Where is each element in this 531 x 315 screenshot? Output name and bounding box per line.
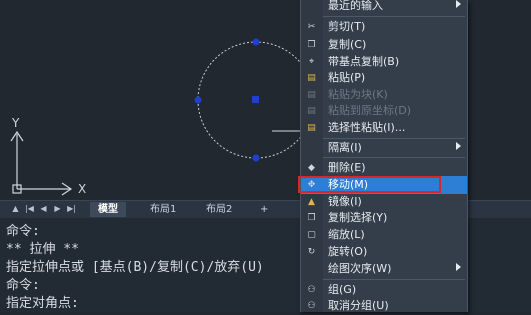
paste-special-icon: ▤ [307, 123, 316, 133]
menu-item-draw-order[interactable]: 绘图次序(W) [301, 260, 467, 278]
menu-item-recent-input[interactable]: 最近的输入 [301, 0, 467, 15]
menu-item-cut[interactable]: ✂ 剪切(T) [301, 18, 467, 36]
grip-bottom[interactable] [252, 154, 260, 162]
menu-item-label: 组(G) [328, 283, 357, 296]
menu-item-rotate[interactable]: ↻ 旋转(O) [301, 243, 467, 261]
menu-item-paste[interactable]: ▤ 粘贴(P) [301, 69, 467, 87]
copy-basepoint-icon: ⌖ [308, 57, 315, 67]
tab-nav-first-icon[interactable]: |◀ [24, 203, 35, 215]
tab-layout1[interactable]: 布局1 [142, 202, 184, 217]
menu-item-label: 绘图次序(W) [328, 262, 392, 275]
group-icon: ⚇ [307, 285, 316, 295]
ucs-x-label: X [78, 182, 86, 196]
menu-separator [323, 279, 465, 280]
mirror-icon: ▲ [308, 197, 315, 207]
copy-selection-icon: ❐ [307, 213, 316, 223]
menu-item-isolate[interactable]: 隔离(I) [301, 139, 467, 157]
menu-item-label: 最近的输入 [328, 0, 383, 12]
command-line-entry: 命令: [6, 224, 40, 239]
menu-item-label: 粘贴为块(K) [328, 88, 388, 101]
tab-nav-next-icon[interactable]: ▶ [52, 203, 63, 215]
menu-item-label: 选择性粘贴(I)... [328, 121, 406, 134]
tab-model[interactable]: 模型 [90, 202, 126, 217]
submenu-arrow-icon [456, 142, 461, 150]
menu-item-copy[interactable]: ❐ 复制(C) [301, 36, 467, 54]
erase-icon: ◆ [308, 163, 315, 173]
menu-item-label: 旋转(O) [328, 245, 368, 258]
menu-item-move[interactable]: ✥ 移动(M) [301, 176, 467, 194]
grip-center[interactable] [252, 96, 259, 103]
copy-icon: ❐ [307, 40, 316, 50]
submenu-arrow-icon [456, 263, 461, 271]
scissors-icon: ✂ [307, 22, 316, 32]
tab-layout2[interactable]: 布局2 [198, 202, 240, 217]
menu-item-label: 复制选择(Y) [328, 211, 388, 224]
menu-item-scale[interactable]: ▢ 缩放(L) [301, 226, 467, 244]
menu-item-label: 剪切(T) [328, 20, 366, 33]
menu-item-label: 粘贴(P) [328, 71, 366, 84]
menu-item-label: 删除(E) [328, 161, 366, 174]
paste-block-icon: ▤ [307, 90, 316, 100]
command-line-entry: 指定对角点: [6, 296, 79, 311]
menu-separator [323, 16, 465, 17]
menu-item-paste-to-original: ▤ 粘贴到原坐标(D) [301, 102, 467, 120]
paste-icon: ▤ [307, 73, 316, 83]
tab-nav-up-icon[interactable]: ▲ [10, 203, 21, 215]
menu-item-copy-selection[interactable]: ❐ 复制选择(Y) [301, 209, 467, 227]
submenu-arrow-icon [456, 0, 461, 8]
context-menu: 最近的输入 ✂ 剪切(T) ❐ 复制(C) ⌖ 带基点复制(B) ▤ 粘贴(P)… [300, 0, 468, 312]
rotate-icon: ↻ [307, 247, 316, 257]
grip-top[interactable] [252, 38, 260, 46]
command-line-entry: 指定拉伸点或 [基点(B)/复制(C)/放弃(U) [6, 260, 264, 275]
move-icon: ✥ [307, 180, 316, 190]
menu-item-label: 粘贴到原坐标(D) [328, 104, 412, 117]
menu-separator [323, 157, 465, 158]
menu-item-label: 缩放(L) [328, 228, 365, 241]
command-line-entry: 命令: [6, 278, 40, 293]
menu-item-erase[interactable]: ◆ 删除(E) [301, 159, 467, 177]
menu-item-paste-special[interactable]: ▤ 选择性粘贴(I)... [301, 119, 467, 137]
menu-item-label: 镜像(I) [328, 195, 362, 208]
tab-nav-prev-icon[interactable]: ◀ [38, 203, 49, 215]
menu-item-ungroup[interactable]: ⚇ 取消分组(U) [301, 297, 467, 315]
add-layout-button[interactable]: + [252, 202, 276, 217]
ucs-y-label: Y [11, 116, 20, 130]
command-line-entry: ** 拉伸 ** [6, 242, 79, 257]
grip-left[interactable] [194, 96, 202, 104]
paste-orig-icon: ▤ [307, 106, 316, 116]
tab-nav-last-icon[interactable]: ▶| [66, 203, 77, 215]
menu-item-label: 带基点复制(B) [328, 55, 400, 68]
menu-item-label: 移动(M) [328, 178, 369, 191]
scale-icon: ▢ [307, 230, 316, 240]
menu-item-label: 隔离(I) [328, 141, 362, 154]
ucs-icon [10, 130, 73, 196]
menu-item-label: 复制(C) [328, 38, 367, 51]
ungroup-icon: ⚇ [307, 301, 316, 311]
